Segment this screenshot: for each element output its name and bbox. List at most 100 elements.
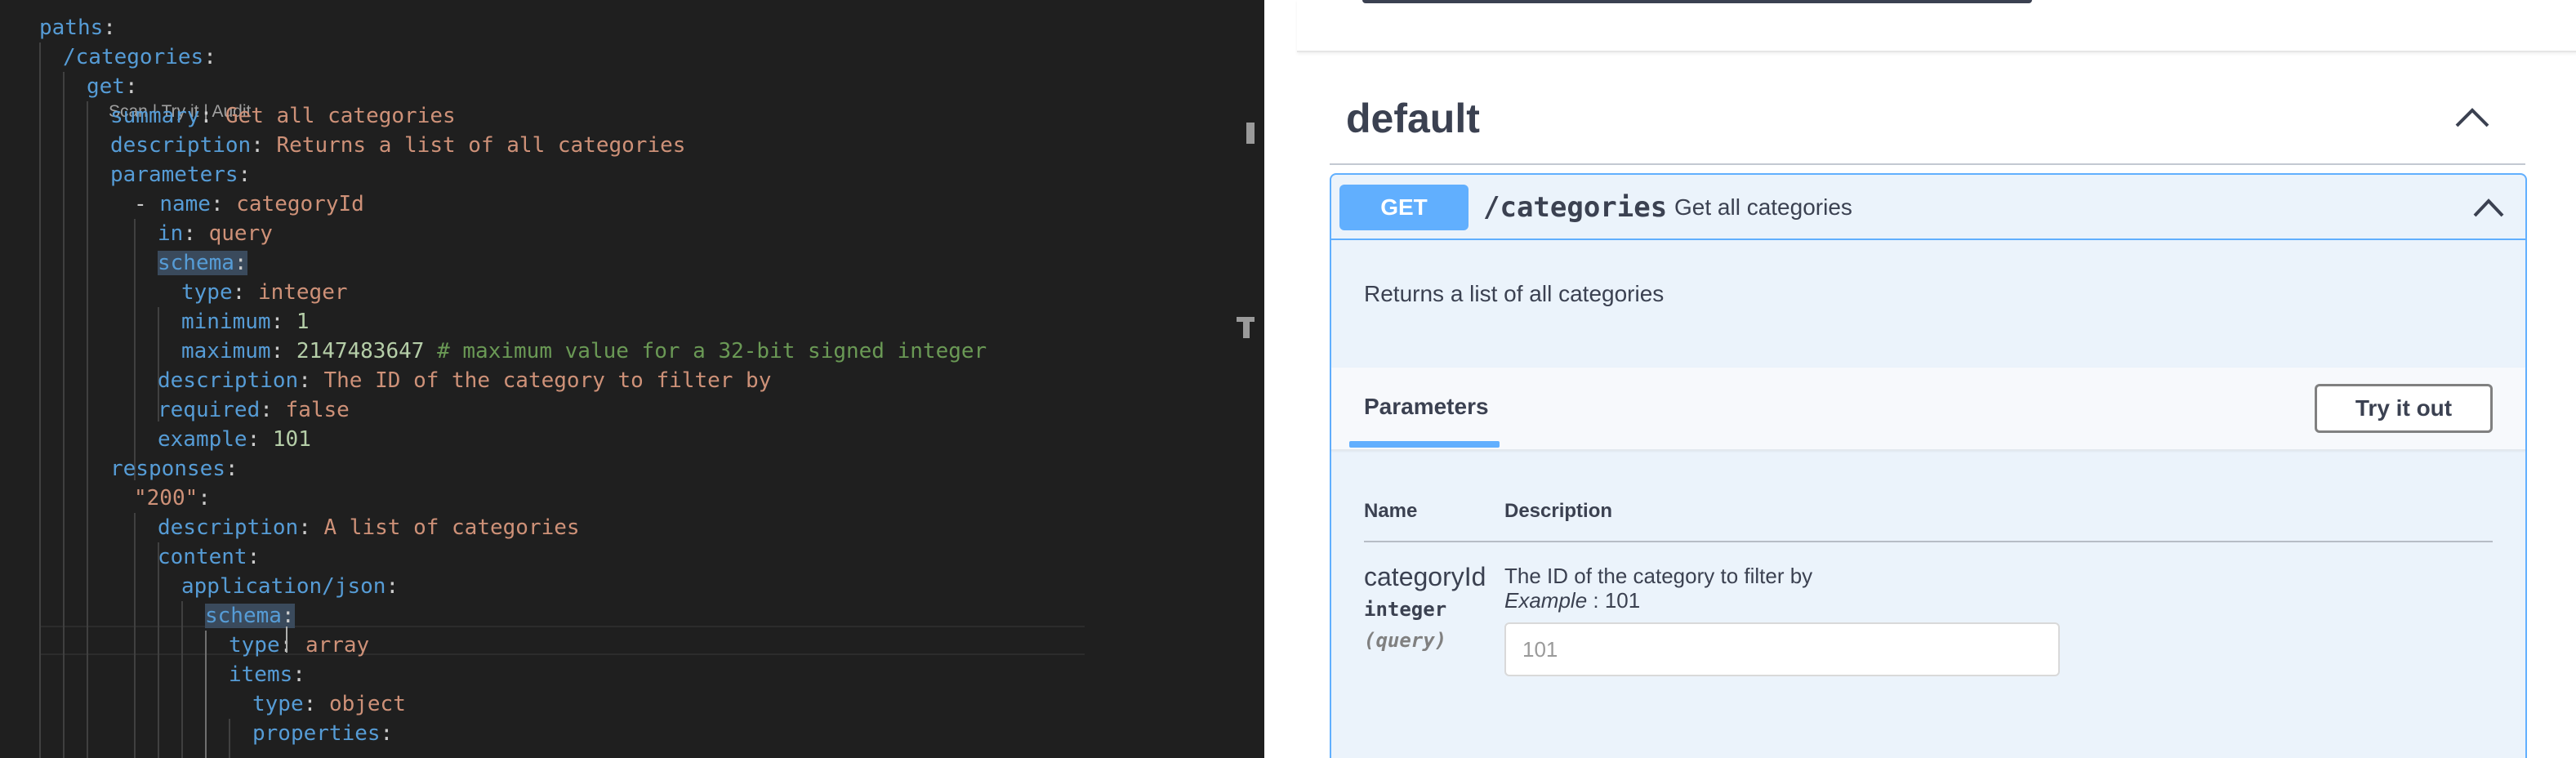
code-line[interactable]: application/json: (181, 572, 399, 601)
yaml-key: properties (252, 721, 381, 746)
yaml-value: query (208, 221, 273, 246)
scroll-marker (1246, 123, 1255, 144)
yaml-key: "200" (134, 486, 198, 511)
yaml-colon: : (234, 251, 247, 275)
indent-guide (205, 631, 207, 758)
code-line[interactable]: responses: (110, 454, 238, 484)
column-header-name: Name (1364, 500, 1418, 522)
yaml-key: description (158, 368, 299, 393)
indent-guide (229, 719, 230, 758)
code-line[interactable]: type: integer (181, 278, 348, 307)
code-line[interactable]: type: object (252, 689, 406, 719)
code-line[interactable]: required: false (158, 395, 350, 425)
current-line-highlight (39, 626, 1085, 655)
code-line[interactable]: properties: (252, 719, 393, 748)
yaml-colon: : (298, 368, 324, 393)
indent-guide (39, 42, 41, 758)
code-line[interactable]: "200": (134, 484, 211, 513)
code-line[interactable]: paths: (39, 13, 116, 42)
info-card-bar (1362, 0, 2032, 3)
example-label: Example (1504, 588, 1588, 613)
yaml-colon: : (247, 427, 273, 452)
yaml-key: content (158, 545, 247, 569)
try-it-out-button[interactable]: Try it out (2315, 384, 2493, 433)
operation-block: GET /categories Get all categories Retur… (1330, 173, 2527, 758)
yaml-value: Get all categories (225, 104, 456, 128)
code-line[interactable]: maximum: 2147483647 # maximum value for … (181, 337, 987, 366)
parameter-type: integer (1364, 598, 1447, 621)
yaml-key: get (87, 74, 125, 99)
code-line[interactable]: content: (158, 542, 260, 572)
code-line[interactable]: get: (87, 72, 138, 101)
yaml-value: categoryId (236, 192, 364, 216)
yaml-colon: : (124, 74, 138, 99)
swagger-preview: default GET /categories Get all categori… (1264, 0, 2576, 758)
chevron-up-icon[interactable] (2453, 105, 2491, 129)
yaml-dash: - (134, 192, 160, 216)
tag-title[interactable]: default (1346, 95, 1480, 142)
yaml-colon: : (203, 45, 216, 69)
yaml-key: type (229, 633, 280, 658)
yaml-key: description (110, 133, 252, 158)
yaml-colon: : (260, 398, 286, 422)
yaml-key: example (158, 427, 247, 452)
yaml-value: 2147483647 (296, 339, 425, 363)
operation-summary[interactable]: GET /categories Get all categories (1331, 175, 2525, 240)
yaml-colon: : (225, 457, 238, 481)
yaml-colon: : (281, 604, 295, 628)
yaml-colon: : (199, 104, 225, 128)
yaml-key: type (252, 692, 304, 716)
yaml-value: The ID of the category to filter by (323, 368, 772, 393)
indent-guide (158, 542, 159, 758)
yaml-value: A list of categories (323, 515, 580, 540)
code-line[interactable]: items: (229, 660, 305, 689)
code-line[interactable]: in: query (158, 219, 273, 248)
yaml-colon: : (279, 633, 305, 658)
yaml-key: description (158, 515, 299, 540)
code-line[interactable]: parameters: (110, 160, 251, 190)
yaml-editor[interactable]: Scan | Try it | Audit paths:/categories:… (0, 0, 1264, 758)
code-line[interactable]: minimum: 1 (181, 307, 310, 337)
code-line[interactable]: example: 101 (158, 425, 311, 454)
chevron-up-icon[interactable] (2471, 196, 2506, 219)
code-line[interactable]: /categories: (63, 42, 216, 72)
indent-guide (134, 219, 136, 480)
yaml-colon: : (251, 133, 277, 158)
indent-guide (87, 101, 88, 758)
yaml-colon: : (386, 574, 399, 599)
yaml-comment: # maximum value for a 32-bit signed inte… (424, 339, 987, 363)
indent-guide (63, 72, 65, 758)
yaml-key: in (158, 221, 184, 246)
yaml-colon: : (232, 280, 258, 305)
yaml-key: /categories (63, 45, 204, 69)
info-card (1297, 0, 2576, 52)
indent-guide (181, 601, 183, 758)
code-line[interactable]: description: The ID of the category to f… (158, 366, 771, 395)
yaml-value: integer (257, 280, 348, 305)
code-line[interactable]: - name: categoryId (134, 190, 364, 219)
yaml-key: items (229, 662, 293, 687)
yaml-colon: : (103, 16, 116, 40)
tag-divider (1330, 163, 2525, 165)
code-line[interactable]: schema: (158, 248, 247, 278)
code-line[interactable]: type: array (229, 631, 369, 660)
column-header-description: Description (1504, 500, 1613, 522)
yaml-colon: : (210, 192, 237, 216)
yaml-colon: : (303, 692, 329, 716)
parameter-value-input[interactable] (1504, 622, 2060, 676)
yaml-key: type (181, 280, 233, 305)
yaml-colon: : (247, 545, 261, 569)
code-line[interactable]: schema: (205, 601, 295, 631)
code-line[interactable]: description: A list of categories (158, 513, 580, 542)
text-cursor (286, 626, 287, 653)
yaml-value: Returns a list of all categories (276, 133, 686, 158)
code-line[interactable]: summary: Get all categories (110, 101, 456, 131)
yaml-colon: : (298, 515, 324, 540)
yaml-value: array (305, 633, 370, 658)
yaml-value: 1 (296, 310, 310, 334)
example-separator: : (1587, 588, 1605, 613)
yaml-value: object (328, 692, 406, 716)
code-line[interactable]: description: Returns a list of all categ… (110, 131, 685, 160)
tab-parameters[interactable]: Parameters (1364, 394, 1489, 420)
yaml-key: responses (110, 457, 225, 481)
